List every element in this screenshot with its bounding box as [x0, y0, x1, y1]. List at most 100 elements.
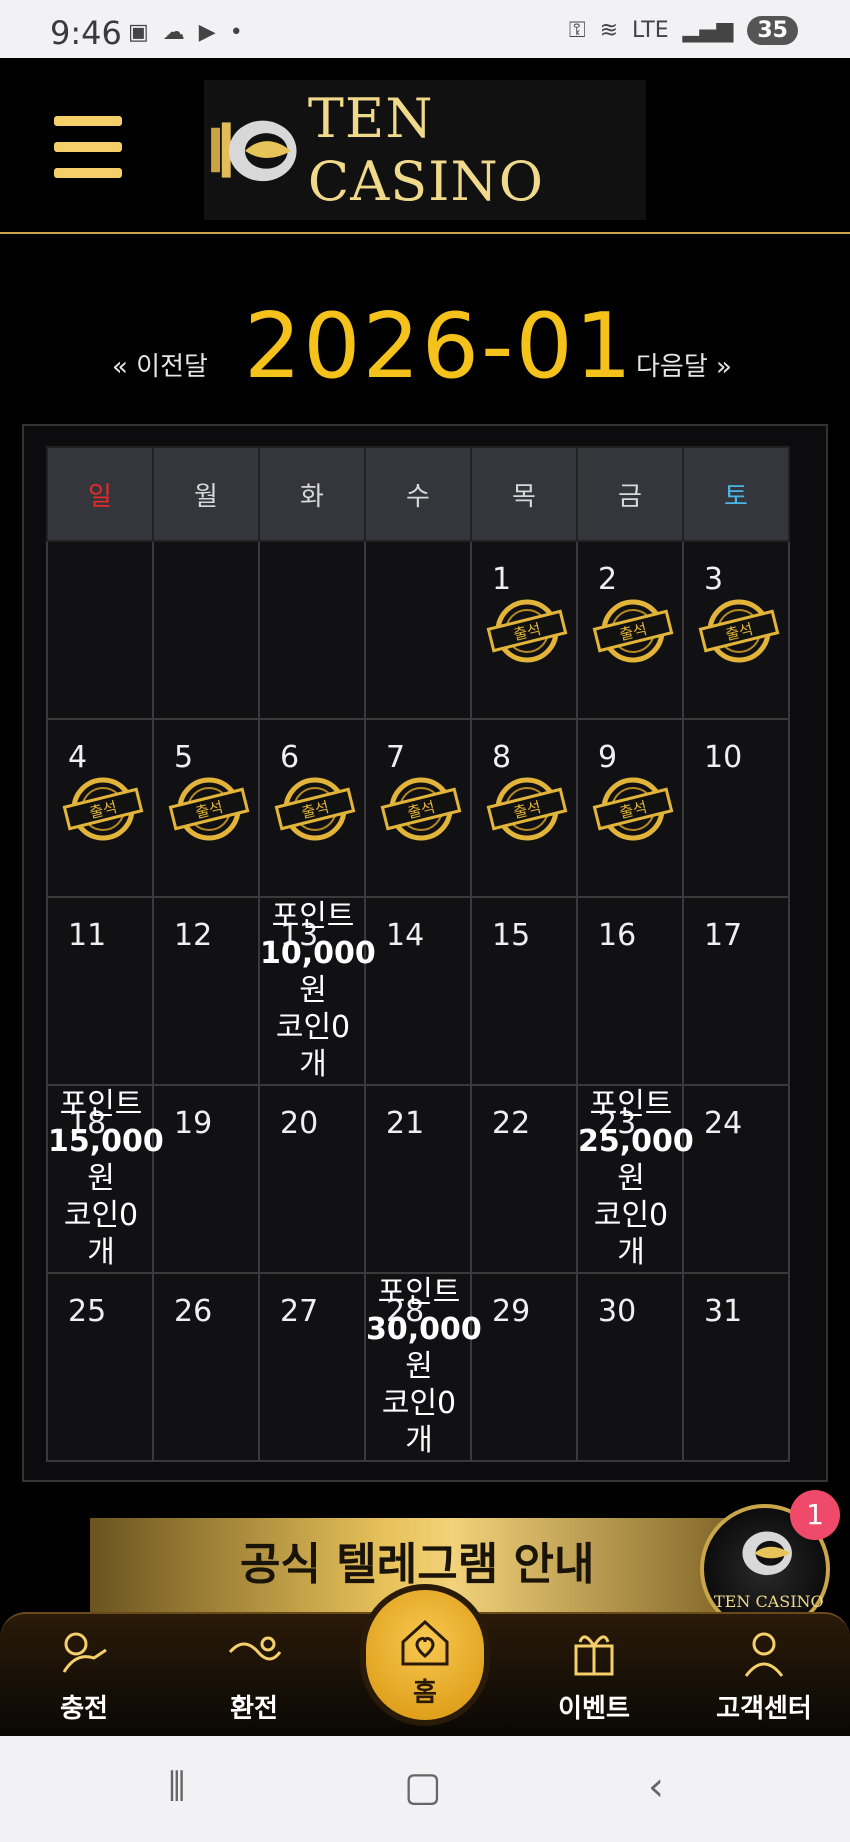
banner-text: 공식 텔레그램 안내: [240, 1539, 595, 1590]
calendar-week-row: 1 출석 2 출석 3 출석: [46, 540, 790, 720]
calendar-day-cell[interactable]: 25: [46, 1272, 154, 1462]
calendar-day-cell[interactable]: 7 출석: [364, 718, 472, 898]
point-reward-note: 포인트 30,000 원 코인0 개: [366, 1274, 482, 1459]
nav-support-label: 고객센터: [716, 1694, 812, 1724]
attendance-stamp-icon: 출석: [486, 599, 568, 663]
status-bar: 9:46 ▣ ☁ ▶ • ⚿ ≋ LTE ▂▄▆ 35: [0, 0, 850, 58]
calendar-day-cell[interactable]: 24: [682, 1084, 790, 1274]
point-reward-line: 10,000: [260, 936, 376, 971]
calendar-day-cell[interactable]: 18 포인트 15,000 원 코인0 개: [46, 1084, 164, 1274]
calendar-day-cell[interactable]: 14: [364, 896, 472, 1086]
key-icon: ⚿: [568, 18, 586, 43]
calendar-day-cell[interactable]: 15: [470, 896, 578, 1086]
nav-home-button[interactable]: 홈: [360, 1584, 490, 1726]
calendar-day-cell: [152, 540, 260, 720]
nav-support[interactable]: 고객센터: [704, 1614, 824, 1738]
day-number: 29: [492, 1294, 531, 1329]
calendar-day-cell[interactable]: 29: [470, 1272, 578, 1462]
calendar-day-cell[interactable]: 27: [258, 1272, 366, 1462]
point-reward-line: 30,000: [366, 1312, 482, 1347]
calendar-day-cell[interactable]: 6 출석: [258, 718, 366, 898]
calendar-week-row: 11 12 13 포인트 10,000 원 코인0 개 14 15 16 17: [46, 896, 790, 1086]
nav-charge[interactable]: 충전: [24, 1614, 144, 1738]
weekday-fri: 금: [576, 446, 684, 542]
day-number: 2: [598, 562, 618, 597]
calendar-day-cell[interactable]: 13 포인트 10,000 원 코인0 개: [258, 896, 376, 1086]
day-number: 11: [68, 918, 107, 953]
point-reward-line: 개: [87, 1235, 115, 1270]
attendance-stamp-icon: 출석: [486, 777, 568, 841]
day-number: 17: [704, 918, 743, 953]
attendance-stamp-icon: 출석: [592, 777, 674, 841]
weekday-header-row: 일 월 화 수 목 금 토: [46, 446, 790, 542]
calendar-day-cell[interactable]: 19: [152, 1084, 260, 1274]
volte-icon: ≋: [599, 18, 619, 43]
calendar-day-cell[interactable]: 8 출석: [470, 718, 578, 898]
home-system-icon[interactable]: ▢: [404, 1764, 442, 1810]
day-number: 12: [174, 918, 213, 953]
nav-event[interactable]: 이벤트: [534, 1614, 654, 1738]
nav-charge-label: 충전: [60, 1694, 108, 1724]
day-number: 6: [280, 740, 300, 775]
logo-emblem-icon: [211, 120, 297, 182]
point-reward-line: 코인0: [63, 1198, 139, 1233]
calendar-day-cell[interactable]: 12: [152, 896, 260, 1086]
day-number: 14: [386, 918, 425, 953]
day-number: 22: [492, 1106, 531, 1141]
gift-icon: [574, 1635, 614, 1676]
calendar-day-cell[interactable]: 5 출석: [152, 718, 260, 898]
calendar-day-cell[interactable]: 16: [576, 896, 684, 1086]
calendar-day-cell[interactable]: 4 출석: [46, 718, 154, 898]
hamburger-menu-icon[interactable]: [54, 116, 122, 178]
calendar-day-cell[interactable]: 22: [470, 1084, 578, 1274]
nav-exchange[interactable]: 환전: [194, 1614, 314, 1738]
calendar-day-cell[interactable]: 20: [258, 1084, 366, 1274]
point-reward-line: 포인트: [377, 1275, 461, 1310]
calendar-day-cell[interactable]: 23 포인트 25,000 원 코인0 개: [576, 1084, 694, 1274]
prev-month-link[interactable]: « 이전달: [112, 346, 208, 383]
calendar-day-cell[interactable]: 21: [364, 1084, 472, 1274]
weekday-sat: 토: [682, 446, 790, 542]
signal-icon: ▂▄▆: [682, 18, 734, 43]
day-number: 31: [704, 1294, 743, 1329]
youtube-icon: ▶: [198, 20, 216, 45]
calendar-day-cell[interactable]: 9 출석: [576, 718, 684, 898]
next-month-link[interactable]: 다음달 »: [636, 346, 732, 383]
day-number: 10: [704, 740, 743, 775]
calendar-day-cell[interactable]: 17: [682, 896, 790, 1086]
day-number: 26: [174, 1294, 213, 1329]
calendar-day-cell[interactable]: 30: [576, 1272, 684, 1462]
calendar-day-cell[interactable]: 3 출석: [682, 540, 790, 720]
recent-apps-icon[interactable]: ⦀: [168, 1764, 186, 1810]
calendar-day-cell[interactable]: 10: [682, 718, 790, 898]
day-number: 19: [174, 1106, 213, 1141]
day-number: 20: [280, 1106, 319, 1141]
point-reward-line: 포인트: [589, 1087, 673, 1122]
day-number: 5: [174, 740, 194, 775]
point-reward-line: 코인0: [381, 1386, 457, 1421]
weekday-tue: 화: [258, 446, 366, 542]
point-reward-line: 원: [617, 1161, 645, 1196]
point-reward-line: 포인트: [271, 899, 355, 934]
calendar-day-cell[interactable]: 28 포인트 30,000 원 코인0 개: [364, 1272, 482, 1462]
site-header: TEN CASINO: [0, 58, 850, 234]
screenshot-icon: ▣: [128, 20, 149, 45]
floating-brand: TEN CASINO: [714, 1592, 824, 1611]
site-logo[interactable]: TEN CASINO: [204, 80, 646, 220]
day-number: 16: [598, 918, 637, 953]
calendar-day-cell[interactable]: 31: [682, 1272, 790, 1462]
notification-badge[interactable]: 1: [790, 1490, 840, 1540]
calendar-week-row: 25 26 27 28 포인트 30,000 원 코인0 개 29 30 31: [46, 1272, 790, 1462]
calendar-day-cell[interactable]: 2 출석: [576, 540, 684, 720]
calendar-day-cell[interactable]: 11: [46, 896, 154, 1086]
weekday-mon: 월: [152, 446, 260, 542]
calendar-day-cell[interactable]: 1 출석: [470, 540, 578, 720]
point-reward-line: 코인0: [593, 1198, 669, 1233]
calendar-day-cell[interactable]: 26: [152, 1272, 260, 1462]
calendar-day-cell: [364, 540, 472, 720]
attendance-stamp-icon: 출석: [380, 777, 462, 841]
point-reward-line: 25,000: [578, 1124, 694, 1159]
day-number: 8: [492, 740, 512, 775]
back-icon[interactable]: ‹: [648, 1764, 664, 1810]
day-number: 30: [598, 1294, 637, 1329]
